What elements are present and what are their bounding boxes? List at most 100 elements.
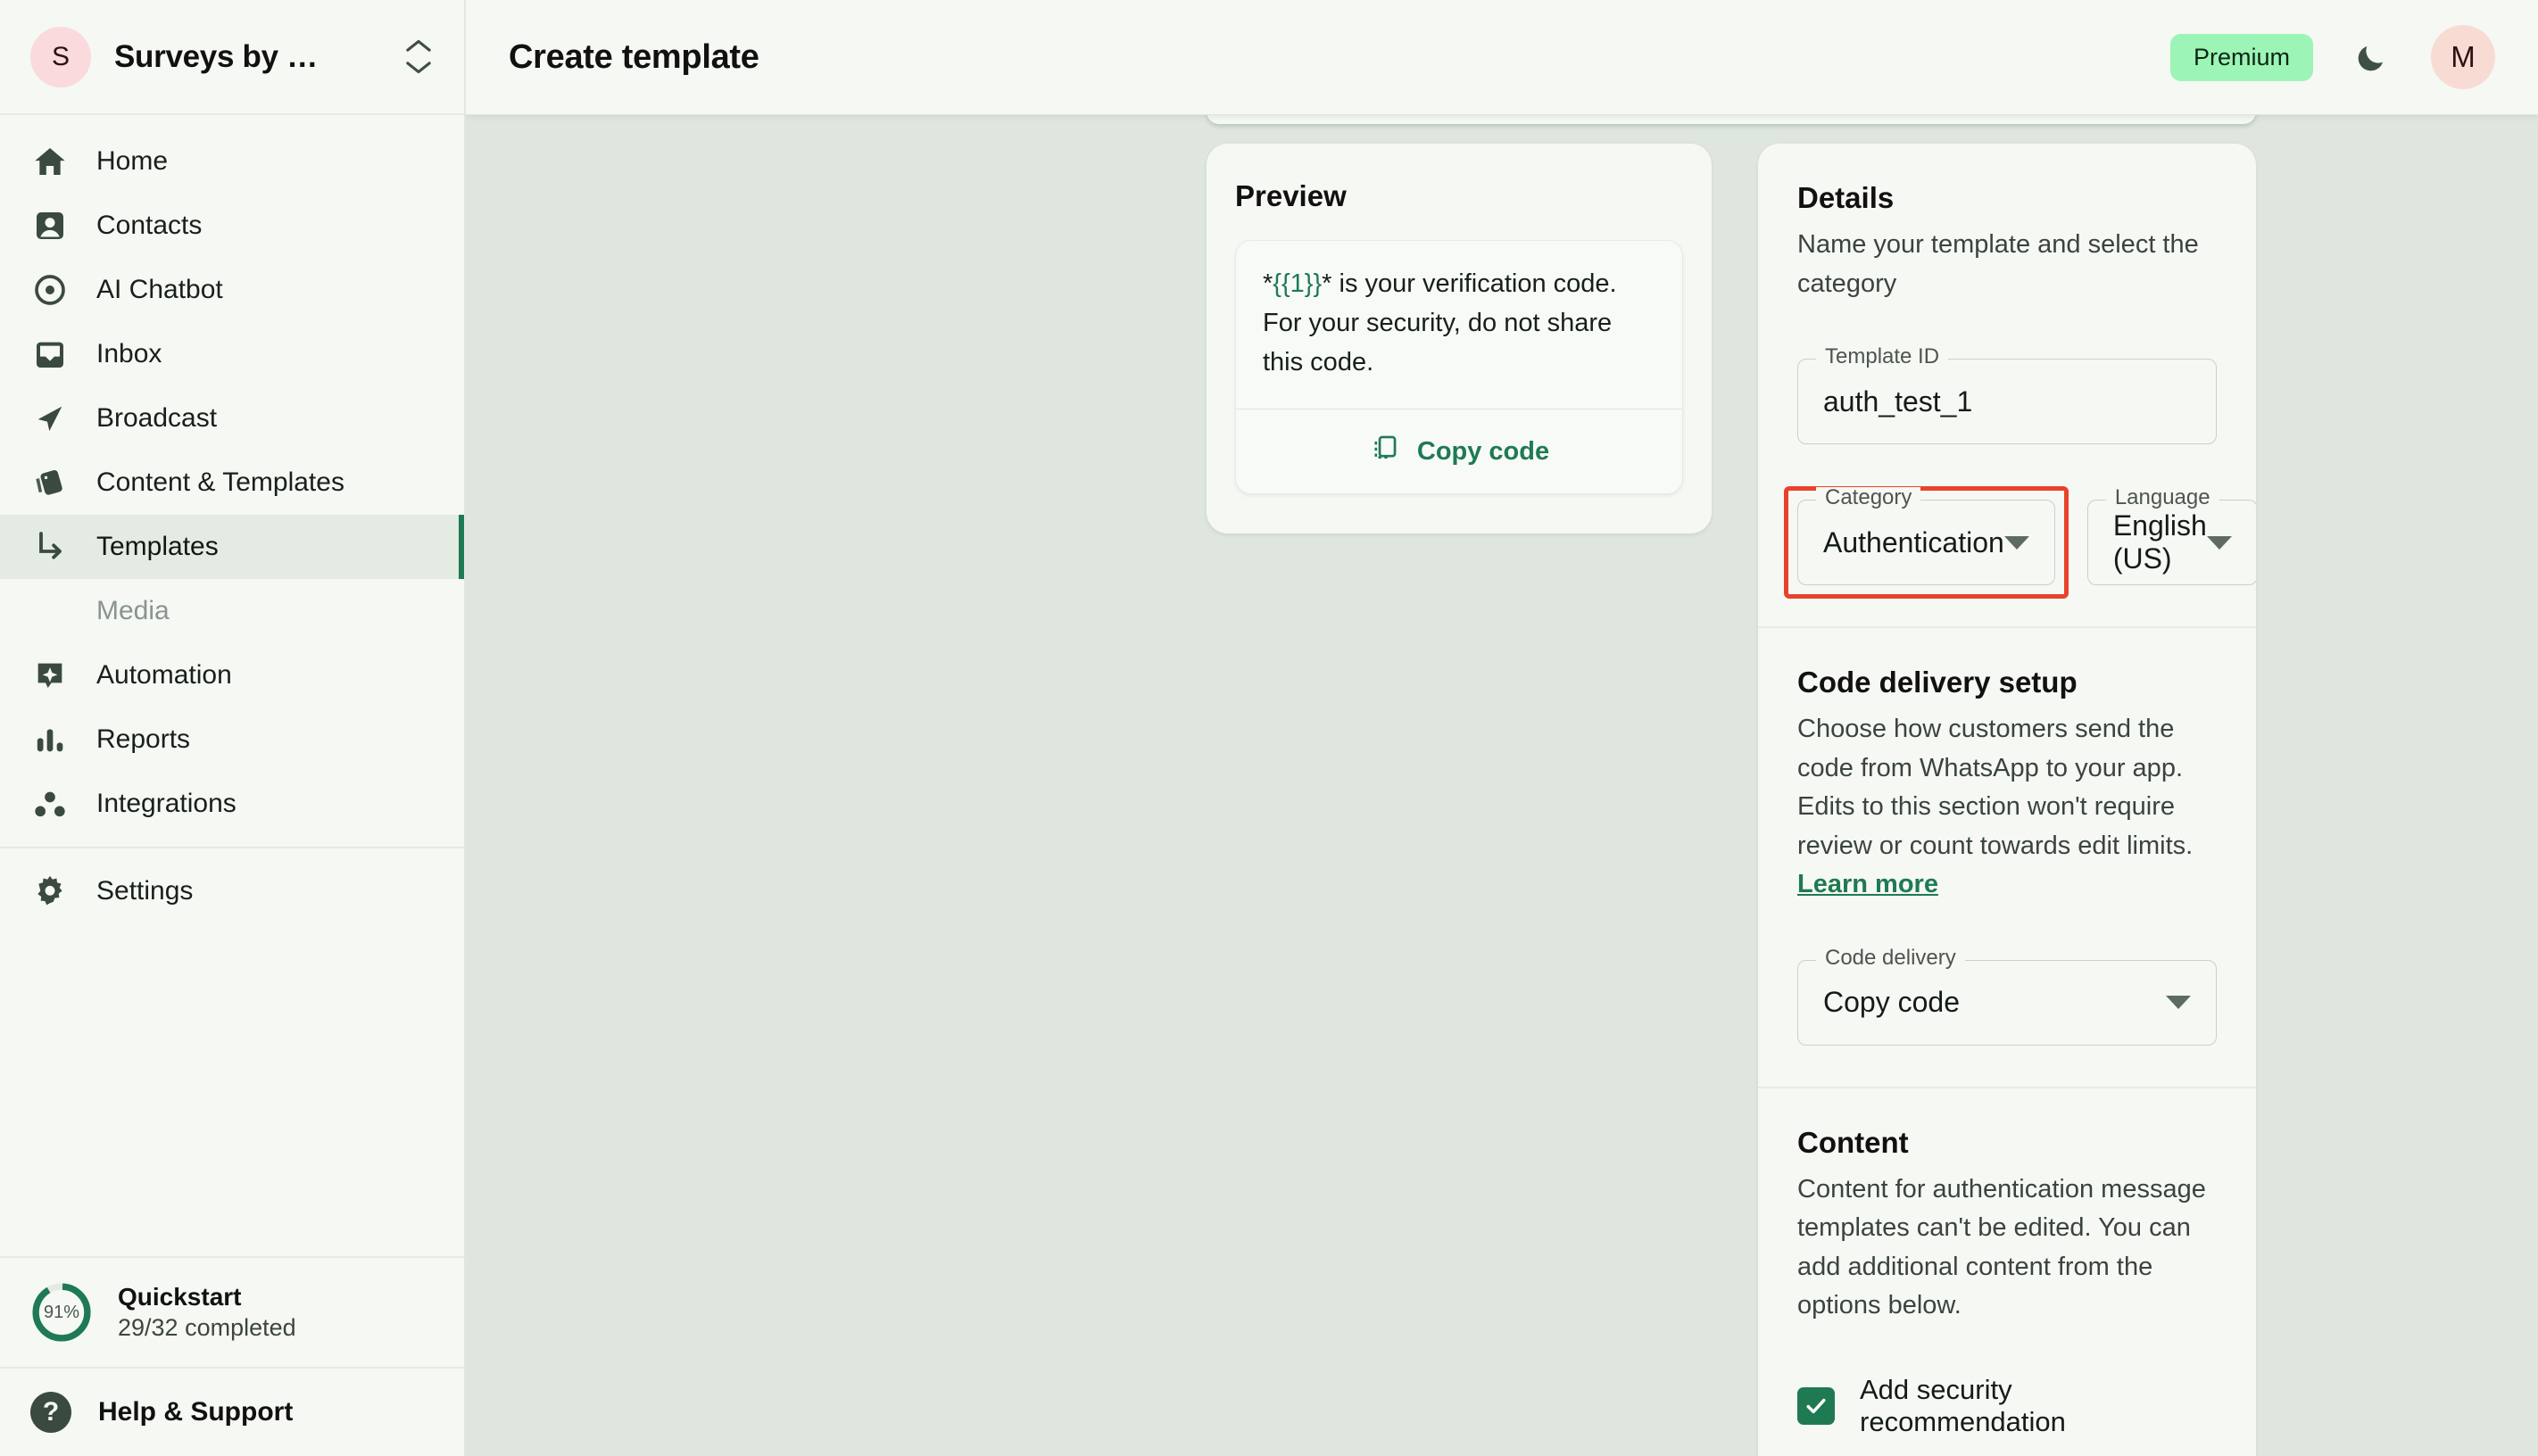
- sidebar-item-label: Inbox: [96, 339, 162, 368]
- sidebar-item-label: Reports: [96, 724, 191, 754]
- message-variable: {{1}}: [1273, 269, 1323, 298]
- top-header: Create template Premium M: [466, 0, 2538, 115]
- message-bubble: *{{1}}* is your verification code. For y…: [1235, 240, 1683, 495]
- sidebar-item-label: Content & Templates: [96, 467, 344, 497]
- code-delivery-field-label: Code delivery: [1816, 947, 1965, 969]
- checkbox-checked-icon[interactable]: [1797, 1386, 1835, 1425]
- help-support-button[interactable]: ? Help & Support: [0, 1369, 464, 1456]
- avatar[interactable]: M: [2431, 25, 2495, 89]
- message-prefix: *: [1263, 269, 1273, 298]
- page-title: Create template: [509, 37, 759, 76]
- sidebar-item-label: Templates: [96, 532, 219, 561]
- code-delivery-description: Choose how customers send the code from …: [1797, 710, 2217, 905]
- chevron-up-down-icon[interactable]: [403, 39, 434, 74]
- details-column: Details Name your template and select th…: [1758, 144, 2256, 1456]
- target-icon: [30, 270, 70, 310]
- category-label: Category: [1816, 487, 1921, 509]
- details-description: Name your template and select the catego…: [1797, 230, 2199, 298]
- category-value: Authentication: [1823, 525, 2004, 558]
- cards-icon: [30, 463, 70, 502]
- content-description: Content for authentication message templ…: [1797, 1174, 2206, 1320]
- sidebar-item-inbox[interactable]: Inbox: [0, 322, 464, 386]
- code-delivery-description-text: Choose how customers send the code from …: [1797, 715, 2194, 860]
- language-wrap: Language English (US): [2086, 487, 2256, 585]
- sidebar-item-label: Broadcast: [96, 403, 218, 433]
- home-icon: [30, 142, 70, 181]
- template-id-label: Template ID: [1816, 346, 1949, 368]
- workspace-switcher[interactable]: S Surveys by …: [0, 0, 464, 115]
- inbox-icon: [30, 335, 70, 374]
- chevron-down-icon: [2206, 535, 2232, 550]
- sidebar-item-contacts[interactable]: Contacts: [0, 194, 464, 258]
- sidebar-item-ai-chatbot[interactable]: AI Chatbot: [0, 258, 464, 322]
- sidebar-item-reports[interactable]: Reports: [0, 707, 464, 772]
- sparkle-icon: [30, 656, 70, 695]
- details-card: Details Name your template and select th…: [1758, 144, 2256, 1456]
- scrolled-card-peek: [1207, 115, 2256, 124]
- sidebar-footer: 91% Quickstart 29/32 completed ? Help & …: [0, 1256, 464, 1456]
- preview-card: Preview *{{1}}* is your verification cod…: [1207, 144, 1712, 534]
- sidebar-item-label: Integrations: [96, 789, 236, 818]
- sidebar-item-home[interactable]: Home: [0, 129, 464, 194]
- sidebar-item-integrations[interactable]: Integrations: [0, 772, 464, 836]
- quickstart-widget[interactable]: 91% Quickstart 29/32 completed: [0, 1258, 464, 1369]
- language-select[interactable]: Language English (US): [2086, 487, 2256, 585]
- none-icon: [30, 592, 70, 631]
- content-canvas: Preview *{{1}}* is your verification cod…: [466, 115, 2538, 1456]
- security-recommendation-label: Add security recommendation: [1860, 1373, 2066, 1437]
- category-select[interactable]: Category Authentication: [1797, 487, 2055, 585]
- app-root: S Surveys by … Home Contacts AI Chatbot …: [0, 0, 2538, 1456]
- arrow-subdirectory-icon: [30, 527, 70, 567]
- workspace-avatar: S: [30, 26, 91, 87]
- sidebar-item-settings[interactable]: Settings: [0, 859, 464, 923]
- sidebar-item-content-templates[interactable]: Content & Templates: [0, 451, 464, 515]
- sidebar-item-label: Media: [96, 596, 170, 625]
- bar-chart-icon: [30, 720, 70, 759]
- sidebar-item-media[interactable]: Media: [0, 579, 464, 643]
- template-id-value: auth_test_1: [1823, 385, 1973, 418]
- message-text: *{{1}}* is your verification code. For y…: [1263, 264, 1655, 382]
- sidebar-divider: [0, 847, 464, 848]
- workspace-name: Surveys by …: [114, 38, 318, 74]
- category-highlight-outline: Category Authentication: [1784, 486, 2069, 599]
- code-delivery-select[interactable]: Code delivery Copy code: [1797, 947, 2217, 1046]
- premium-badge[interactable]: Premium: [2169, 33, 2313, 81]
- code-delivery-title: Code delivery setup: [1797, 666, 2078, 699]
- preview-column: Preview *{{1}}* is your verification cod…: [1207, 144, 1712, 1456]
- sidebar-item-label: AI Chatbot: [96, 275, 223, 304]
- preview-title: Preview: [1235, 179, 1347, 212]
- sidebar-item-automation[interactable]: Automation: [0, 643, 464, 707]
- category-language-row: Category Authentication Language English…: [1784, 486, 2256, 599]
- learn-more-link[interactable]: Learn more: [1797, 870, 1938, 898]
- header-actions: Premium M: [2169, 25, 2495, 89]
- progress-percent: 91%: [43, 1302, 80, 1322]
- quickstart-subtitle: 29/32 completed: [118, 1314, 296, 1341]
- gear-icon: [30, 872, 70, 911]
- template-id-field[interactable]: Template ID auth_test_1: [1797, 346, 2217, 444]
- moon-icon[interactable]: [2352, 37, 2392, 77]
- sidebar-item-broadcast[interactable]: Broadcast: [0, 386, 464, 451]
- content-options-section: Content Content for authentication messa…: [1758, 1086, 2256, 1456]
- main-area: Create template Premium M Preview *{{1}}…: [466, 0, 2538, 1456]
- content-columns: Preview *{{1}}* is your verification cod…: [466, 115, 2538, 1456]
- copy-code-button[interactable]: Copy code: [1236, 410, 1682, 493]
- sidebar-item-label: Contacts: [96, 211, 203, 240]
- sidebar: S Surveys by … Home Contacts AI Chatbot …: [0, 0, 466, 1456]
- send-icon: [30, 399, 70, 438]
- details-section: Details Name your template and select th…: [1758, 144, 2256, 626]
- chevron-down-icon: [2166, 996, 2191, 1009]
- sidebar-item-label: Settings: [96, 876, 194, 906]
- code-delivery-section: Code delivery setup Choose how customers…: [1758, 626, 2256, 1087]
- message-bubble-body: *{{1}}* is your verification code. For y…: [1236, 241, 1682, 409]
- code-delivery-field-value: Copy code: [1823, 986, 1960, 1018]
- language-value: English (US): [2112, 509, 2207, 575]
- progress-ring: 91%: [30, 1281, 93, 1344]
- security-recommendation-checkbox-row[interactable]: Add security recommendation: [1797, 1374, 2217, 1438]
- content-title: Content: [1797, 1125, 1909, 1159]
- language-label: Language: [2105, 487, 2219, 509]
- copy-code-label: Copy code: [1416, 436, 1550, 466]
- sidebar-item-label: Automation: [96, 660, 232, 690]
- question-mark-icon: ?: [30, 1392, 71, 1433]
- sidebar-item-templates[interactable]: Templates: [0, 515, 464, 579]
- help-support-label: Help & Support: [98, 1397, 294, 1427]
